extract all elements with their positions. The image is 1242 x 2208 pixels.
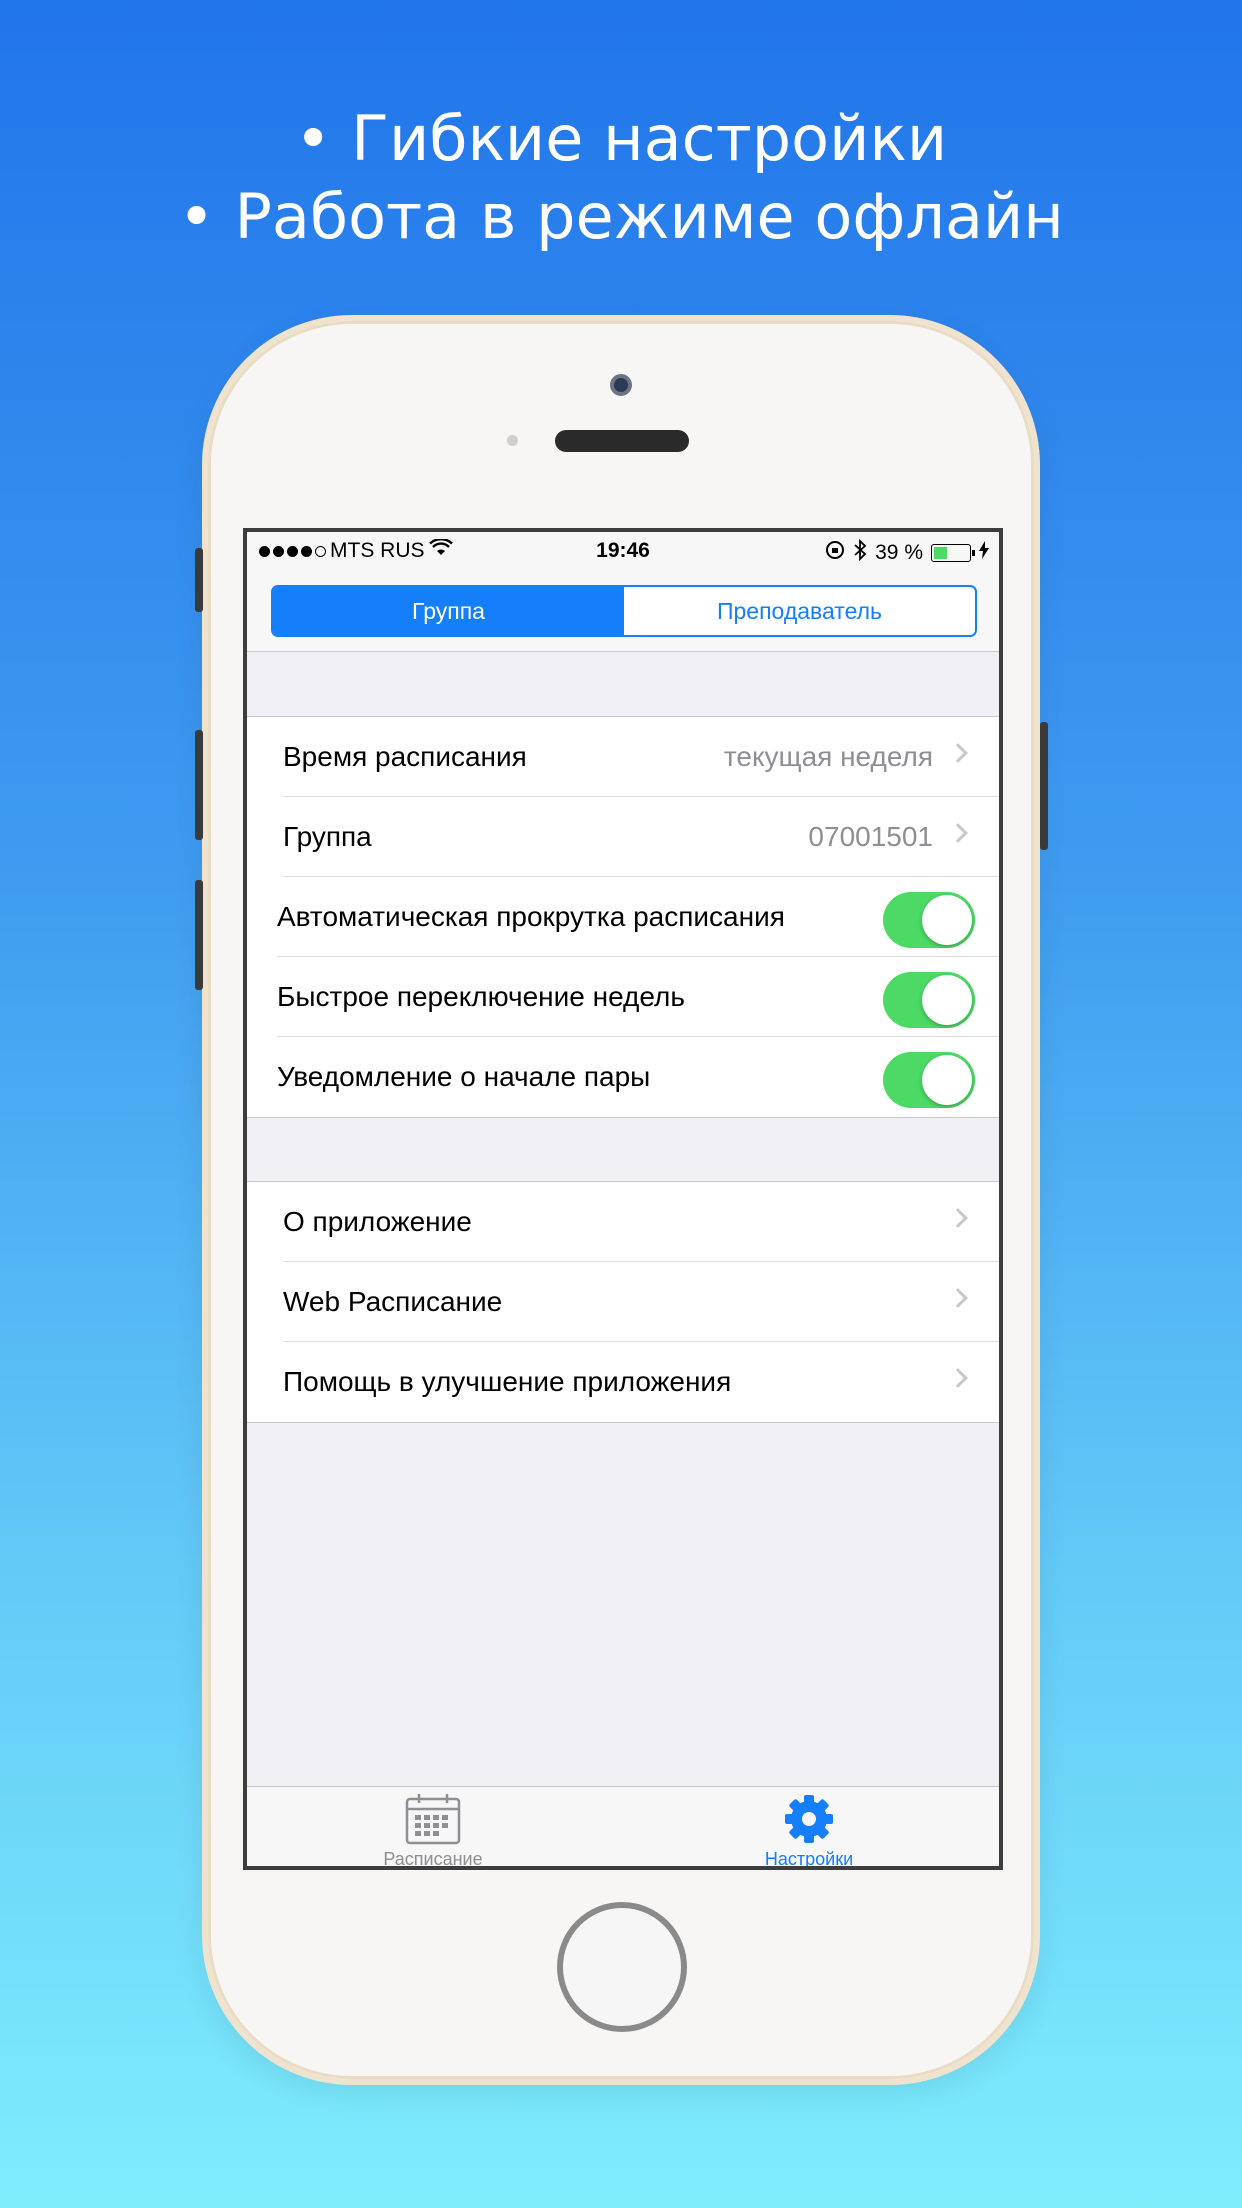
home-button[interactable] (557, 1902, 687, 2032)
tab-settings[interactable]: Настройки (689, 1791, 929, 1869)
status-right: 39 % (825, 538, 989, 567)
row-label: Web Расписание (283, 1286, 503, 1317)
segment-teacher[interactable]: Преподаватель (624, 587, 975, 635)
toggle-knob (922, 975, 972, 1025)
phone-screen: MTS RUS 19:46 39 % Группа Преподаватель (243, 528, 1003, 1870)
headline-line-1: • Гибкие настройки (294, 102, 948, 175)
chevron-right-icon (948, 1288, 968, 1308)
settings-group-info: О приложение Web Расписание Помощь в улу… (247, 1181, 999, 1423)
row-web-schedule[interactable]: Web Расписание (247, 1262, 999, 1342)
mute-switch (195, 548, 203, 612)
row-class-notification: Уведомление о начале пары (247, 1037, 999, 1117)
segmented-control[interactable]: Группа Преподаватель (271, 585, 977, 637)
chevron-right-icon (948, 1208, 968, 1228)
earpiece-speaker (555, 430, 689, 452)
chevron-right-icon (948, 1368, 968, 1388)
settings-group-main: Время расписания текущая неделя Группа 0… (247, 716, 999, 1118)
charging-icon (979, 541, 989, 565)
class-notification-toggle[interactable] (883, 1052, 975, 1108)
tab-schedule[interactable]: Расписание (313, 1791, 553, 1869)
status-bar: MTS RUS 19:46 39 % (247, 532, 999, 568)
row-label: Уведомление о начале пары (277, 1061, 651, 1092)
fast-week-switch-toggle[interactable] (883, 972, 975, 1028)
tab-bar: Расписание Настройки (247, 1786, 999, 1869)
chevron-right-icon (948, 743, 968, 763)
headline-line-2: • Работа в режиме офлайн (178, 180, 1064, 253)
row-help-improve[interactable]: Помощь в улучшение приложения (247, 1342, 999, 1422)
row-label: Автоматическая прокрутка расписания (277, 901, 785, 932)
row-label: Быстрое переключение недель (277, 981, 685, 1012)
segment-group[interactable]: Группа (273, 587, 624, 635)
row-value: 07001501 (808, 821, 933, 852)
row-fast-week-switch: Быстрое переключение недель (247, 957, 999, 1037)
row-label: Помощь в улучшение приложения (283, 1366, 732, 1397)
toggle-knob (922, 1055, 972, 1105)
front-camera (610, 374, 632, 396)
promo-headline: • Гибкие настройки • Работа в режиме офл… (0, 100, 1242, 256)
navigation-bar: Группа Преподаватель (247, 568, 999, 652)
bluetooth-icon (853, 538, 867, 567)
battery-percent: 39 % (875, 541, 923, 564)
auto-scroll-toggle[interactable] (883, 892, 975, 948)
row-schedule-time[interactable]: Время расписания текущая неделя (247, 717, 999, 797)
tab-label: Расписание (383, 1849, 483, 1869)
volume-down-button (195, 880, 203, 990)
toggle-knob (922, 895, 972, 945)
gear-icon (689, 1791, 929, 1847)
row-about-app[interactable]: О приложение (247, 1182, 999, 1262)
chevron-right-icon (948, 823, 968, 843)
volume-up-button (195, 730, 203, 840)
row-label: Группа (283, 821, 372, 852)
power-button (1040, 722, 1048, 850)
row-label: Время расписания (283, 741, 527, 772)
tab-label: Настройки (764, 1849, 854, 1869)
calendar-icon (313, 1791, 553, 1847)
row-label: О приложение (283, 1206, 472, 1237)
proximity-sensor (507, 435, 518, 446)
row-auto-scroll: Автоматическая прокрутка расписания (247, 877, 999, 957)
battery-icon (931, 544, 975, 562)
row-group[interactable]: Группа 07001501 (247, 797, 999, 877)
row-value: текущая неделя (723, 741, 933, 772)
rotation-lock-icon (825, 540, 845, 566)
